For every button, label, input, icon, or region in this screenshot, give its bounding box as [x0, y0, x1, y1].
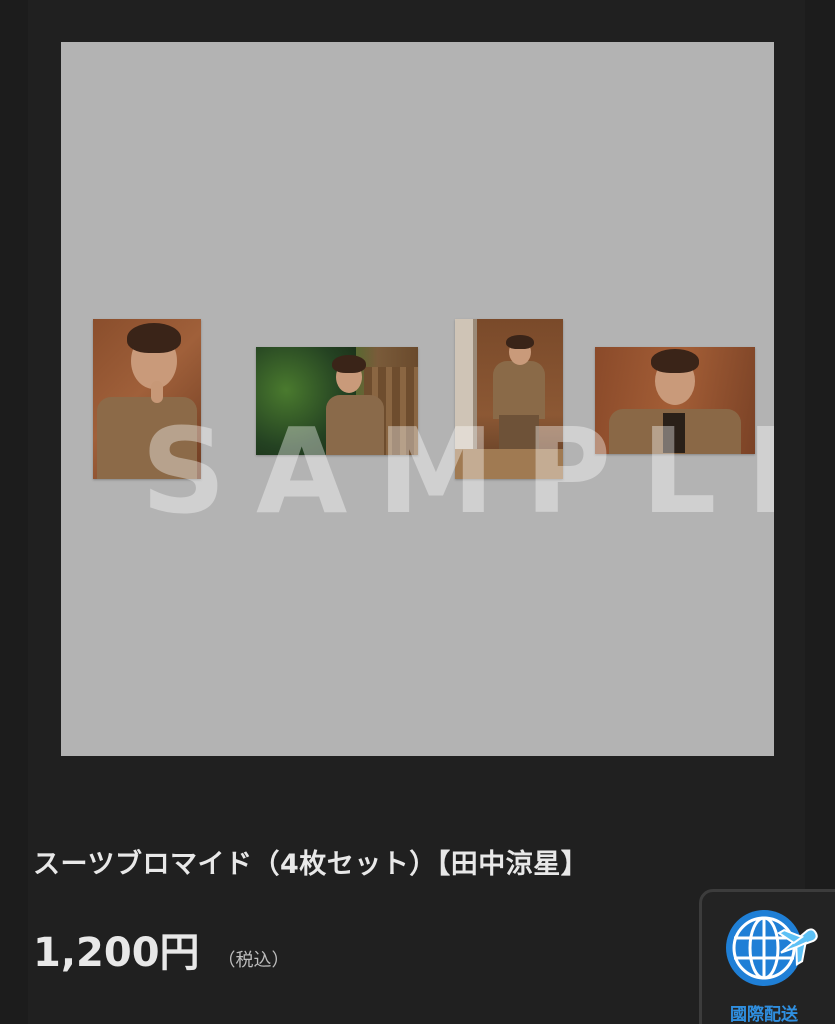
international-shipping-button[interactable]: 國際配送	[699, 889, 835, 1024]
product-title: スーツブロマイド（4枚セット）【田中涼星】	[33, 849, 589, 880]
price-row: 1,200円 （税込）	[33, 920, 290, 978]
product-price: 1,200円	[33, 930, 200, 976]
tax-included-note: （税込）	[217, 950, 290, 971]
international-shipping-label: 國際配送	[730, 1005, 798, 1024]
product-photo-1	[93, 319, 201, 479]
product-photo-2	[256, 347, 418, 455]
product-image[interactable]: SAMPLE	[61, 42, 774, 756]
page: SAMPLE スーツブロマイド（4枚セット）【田中涼星】 1,200円 （税込）…	[0, 0, 835, 1024]
globe-plane-icon	[726, 910, 818, 986]
product-photo-3	[455, 319, 563, 479]
product-photo-4	[595, 347, 755, 454]
